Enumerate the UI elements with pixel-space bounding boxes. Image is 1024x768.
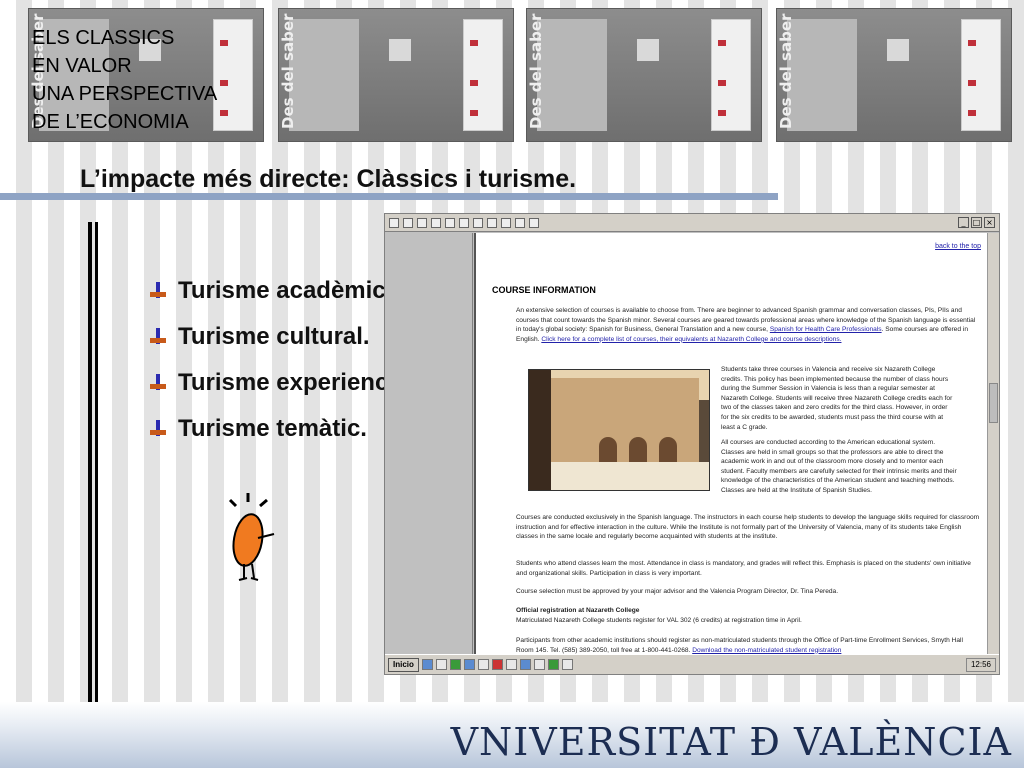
powerpoint-icon[interactable] (491, 659, 503, 670)
vertical-divider (88, 222, 98, 702)
search-icon[interactable] (459, 217, 469, 228)
edit-icon[interactable] (529, 217, 539, 228)
back-icon[interactable] (389, 217, 399, 228)
web-page-content: back to the top COURSE INFORMATION An ex… (474, 233, 987, 654)
minimize-icon[interactable]: _ (958, 217, 969, 228)
thumbnail-caption: Des del saber divers (527, 8, 545, 129)
browser-toolbar: _ □ × (385, 214, 999, 232)
back-to-top-link[interactable]: back to the top (935, 243, 981, 250)
forward-icon[interactable] (403, 217, 413, 228)
footer-band: VNIVERSITAT Ð VALÈNCIA (0, 702, 1024, 768)
header-line: UNA PERSPECTIVA (32, 83, 218, 105)
favorites-icon[interactable] (473, 217, 483, 228)
credits-paragraph: Students take three courses in Valencia … (721, 366, 953, 431)
mascot-illustration (222, 490, 282, 590)
bullet-icon (150, 328, 166, 346)
window-icon[interactable] (519, 659, 531, 670)
thumbnail-caption: Des del saber divers (279, 8, 297, 129)
bullet-icon (150, 282, 166, 300)
attendance-paragraph: Students who attend classes learn the mo… (516, 560, 971, 577)
header-line: ELS CLASSICS (32, 27, 175, 49)
health-care-link[interactable]: Spanish for Health Care Professionals (770, 326, 882, 333)
close-icon[interactable]: × (984, 217, 995, 228)
thumbnail-3: Des del saber divers (526, 8, 762, 142)
intro-paragraph: An extensive selection of courses is ava… (516, 307, 976, 343)
left-frame (385, 233, 473, 654)
thumbnail-caption: Des del saber divers (777, 8, 795, 129)
tray-icon[interactable] (561, 659, 573, 670)
maximize-icon[interactable]: □ (971, 217, 982, 228)
word-icon[interactable] (463, 659, 475, 670)
vertical-scrollbar[interactable] (987, 233, 999, 654)
browser-screenshot: _ □ × back to the top COURSE INFORMATION… (384, 213, 1000, 675)
mail-icon[interactable] (501, 217, 511, 228)
taskbar-clock: 12:56 (965, 657, 996, 672)
language-paragraph: Courses are conducted exclusively in the… (516, 514, 980, 541)
start-button[interactable]: Inicio (388, 657, 419, 672)
bullet-item: Turisme temàtic. (150, 406, 422, 452)
bullet-item: Turisme experiencial. (150, 360, 422, 406)
registration-paragraph: Matriculated Nazareth College students r… (516, 617, 802, 624)
header-line: EN VALOR (32, 55, 132, 77)
title-underline (0, 193, 778, 200)
excel-icon[interactable] (449, 659, 461, 670)
participants-paragraph: Participants from other academic institu… (516, 637, 963, 654)
advisor-paragraph: Course selection must be approved by you… (516, 588, 839, 595)
window-icon[interactable] (533, 659, 545, 670)
bullet-item: Turisme acadèmic. (150, 268, 422, 314)
registration-title: Official registration at Nazareth Colleg… (516, 607, 640, 614)
window-controls: _ □ × (958, 217, 995, 228)
desktop-icon[interactable] (435, 659, 447, 670)
course-list-link[interactable]: Click here for a complete list of course… (541, 336, 841, 343)
bullet-icon (150, 420, 166, 438)
bullet-text: Turisme temàtic. (178, 415, 367, 442)
home-icon[interactable] (445, 217, 455, 228)
history-icon[interactable] (487, 217, 497, 228)
header-line: DE L’ECONOMIA (32, 111, 189, 133)
bullet-list: Turisme acadèmic. Turisme cultural. Turi… (150, 268, 422, 452)
bullet-text: Turisme cultural. (178, 323, 370, 350)
building-photo (528, 369, 710, 491)
download-link[interactable]: Download the non-matriculated student re… (692, 647, 841, 654)
slide-title: L’impacte més directe: Clàssics i turism… (80, 165, 577, 193)
system-paragraph: All courses are conducted according to t… (721, 439, 957, 494)
thumbnail-4: Des del saber divers (776, 8, 1012, 142)
course-heading: COURSE INFORMATION (492, 285, 596, 295)
bullet-item: Turisme cultural. (150, 314, 422, 360)
window-icon[interactable] (505, 659, 517, 670)
bullet-icon (150, 374, 166, 392)
thumbnail-2: Des del saber divers (278, 8, 514, 142)
bullet-text: Turisme acadèmic. (178, 277, 393, 304)
refresh-icon[interactable] (431, 217, 441, 228)
tray-icon[interactable] (547, 659, 559, 670)
scrollbar-thumb[interactable] (989, 383, 998, 423)
stop-icon[interactable] (417, 217, 427, 228)
ie-icon[interactable] (421, 659, 433, 670)
folder-icon[interactable] (477, 659, 489, 670)
slide-header: ELS CLASSICS EN VALOR UNA PERSPECTIVA DE… (32, 24, 217, 136)
print-icon[interactable] (515, 217, 525, 228)
university-logo: VNIVERSITAT Ð VALÈNCIA (450, 720, 1012, 764)
taskbar: Inicio 12:56 (385, 654, 999, 674)
